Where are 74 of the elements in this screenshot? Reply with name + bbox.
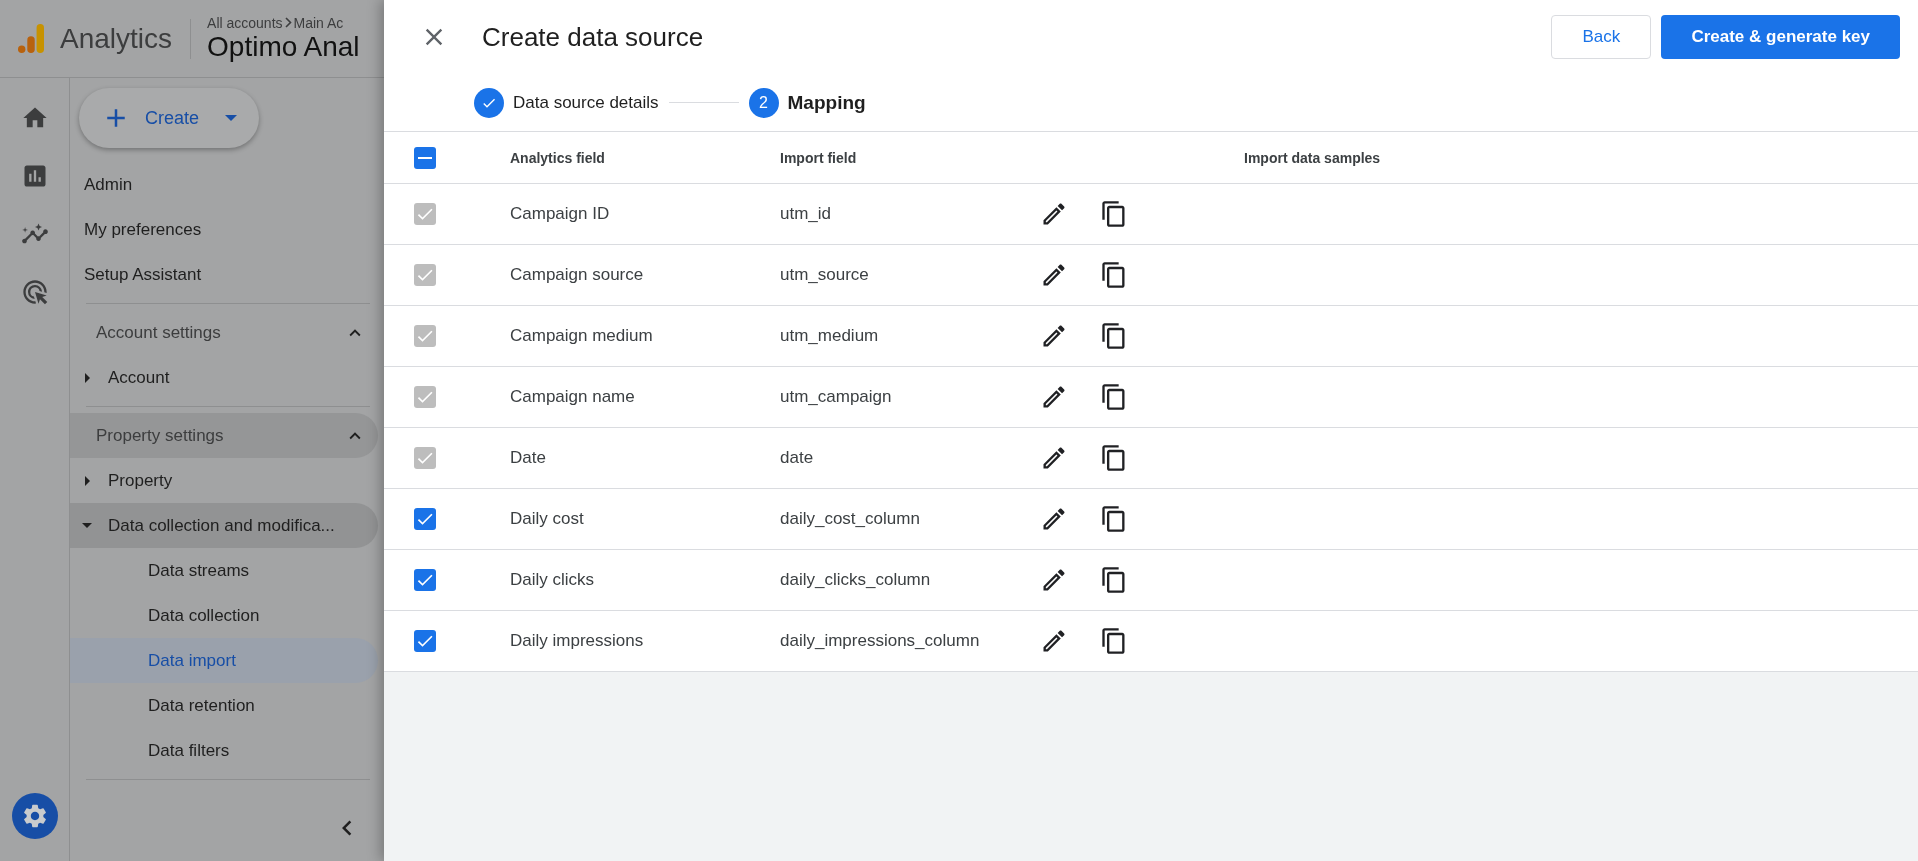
copy-button[interactable] bbox=[1100, 322, 1128, 350]
table-cell-text: Campaign ID bbox=[510, 204, 611, 224]
section-header[interactable]: Account settings bbox=[70, 310, 378, 355]
copy-icon bbox=[1100, 444, 1128, 472]
table-cell-text: utm_id bbox=[780, 204, 833, 224]
chevron-right-icon bbox=[284, 17, 292, 28]
row-checkbox[interactable] bbox=[414, 630, 436, 652]
copy-icon bbox=[1100, 261, 1128, 289]
caret-down-icon bbox=[82, 523, 92, 528]
caret-right-icon bbox=[84, 475, 90, 486]
nav-group[interactable]: Data collection and modifica... bbox=[70, 503, 378, 548]
table-cell-text: Campaign source bbox=[510, 265, 645, 285]
back-button[interactable]: Back bbox=[1551, 15, 1652, 59]
table-cell-text: utm_medium bbox=[780, 326, 880, 346]
row-checkbox[interactable] bbox=[414, 569, 436, 591]
step-label: Data source details bbox=[513, 92, 659, 113]
table-cell-text: utm_source bbox=[780, 265, 870, 285]
nav-group[interactable]: Account bbox=[70, 355, 378, 400]
copy-button[interactable] bbox=[1100, 383, 1128, 411]
table-cell-text: Campaign medium bbox=[510, 326, 654, 346]
copy-button[interactable] bbox=[1100, 200, 1128, 228]
select-all-checkbox[interactable] bbox=[414, 146, 436, 169]
table-cell-text: date bbox=[780, 448, 815, 468]
breadcrumb-link[interactable]: Main Ac bbox=[293, 14, 344, 31]
cursor-click-icon[interactable] bbox=[20, 278, 49, 306]
nav-item[interactable]: Admin bbox=[70, 162, 378, 207]
copy-icon bbox=[1100, 627, 1128, 655]
create-button[interactable]: Create bbox=[79, 88, 259, 148]
table-cell-text: Daily cost bbox=[510, 509, 585, 529]
breadcrumb-link[interactable]: All accounts bbox=[207, 14, 283, 31]
row-checkbox[interactable] bbox=[414, 508, 436, 530]
table-cell-text: Campaign name bbox=[510, 387, 636, 407]
nav-group[interactable]: Property bbox=[70, 458, 378, 503]
column-header: Analytics field bbox=[510, 149, 606, 166]
copy-icon bbox=[1100, 322, 1128, 350]
property-name[interactable]: Optimo Anal bbox=[207, 30, 360, 63]
nav-item[interactable]: Data collection bbox=[70, 593, 378, 638]
create-key-button[interactable]: Create & generate key bbox=[1661, 15, 1900, 59]
settings-button[interactable] bbox=[12, 793, 58, 839]
table-cell-text: daily_impressions_column bbox=[780, 631, 981, 651]
copy-icon bbox=[1100, 383, 1128, 411]
table-cell-text: daily_cost_column bbox=[780, 509, 921, 529]
nav-item[interactable]: Data streams bbox=[70, 548, 378, 593]
gear-icon bbox=[21, 802, 49, 830]
copy-button[interactable] bbox=[1100, 444, 1128, 472]
nav-item[interactable]: Setup Assistant bbox=[70, 252, 378, 297]
product-name: Analytics bbox=[60, 18, 192, 59]
table-cell-text: daily_clicks_column bbox=[780, 570, 932, 590]
caret-right-icon bbox=[84, 372, 90, 383]
nav-item[interactable]: Data filters bbox=[70, 728, 378, 773]
table-cell-text: Daily clicks bbox=[510, 570, 596, 590]
copy-icon bbox=[1100, 566, 1128, 594]
logo-icon bbox=[18, 22, 44, 55]
copy-button[interactable] bbox=[1100, 505, 1128, 533]
section-header[interactable]: Property settings bbox=[70, 413, 378, 458]
nav-item[interactable]: Data retention bbox=[70, 683, 378, 728]
copy-icon bbox=[1100, 505, 1128, 533]
table-cell-text: Daily impressions bbox=[510, 631, 645, 651]
section-title: Property settings bbox=[96, 425, 224, 446]
minus-icon bbox=[418, 156, 432, 159]
column-header: Import field bbox=[780, 149, 858, 166]
copy-button[interactable] bbox=[1100, 566, 1128, 594]
copy-button[interactable] bbox=[1100, 261, 1128, 289]
table-cell-text: utm_campaign bbox=[780, 387, 893, 407]
step-number: 2 bbox=[748, 87, 779, 118]
table-cell-text: Date bbox=[510, 448, 547, 468]
dialog-title: Create data source bbox=[482, 21, 705, 53]
section-title: Account settings bbox=[96, 322, 221, 343]
step-label: Mapping bbox=[787, 91, 866, 114]
column-header: Import data samples bbox=[1243, 149, 1382, 166]
nav-item[interactable]: My preferences bbox=[70, 207, 378, 252]
caret-down-icon bbox=[225, 115, 237, 121]
copy-icon bbox=[1100, 200, 1128, 228]
copy-button[interactable] bbox=[1100, 627, 1128, 655]
